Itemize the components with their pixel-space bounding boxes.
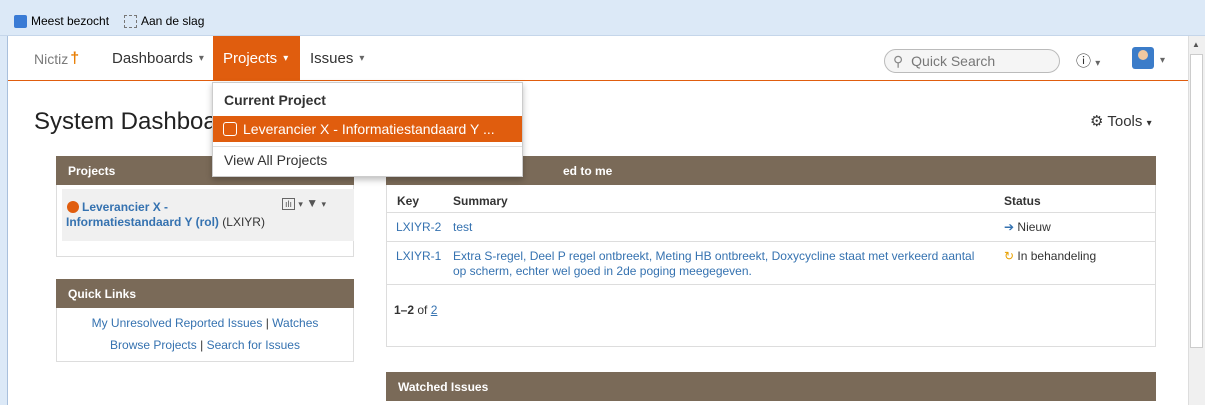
logo-text: Nictiz bbox=[34, 51, 69, 67]
pager-of: of bbox=[417, 303, 428, 317]
column-header-status[interactable]: Status bbox=[1004, 194, 1041, 208]
issue-key[interactable]: LXIYR-2 bbox=[396, 220, 441, 235]
pager-total-link[interactable]: 2 bbox=[431, 303, 438, 317]
dropdown-divider bbox=[213, 146, 522, 147]
user-avatar[interactable] bbox=[1132, 47, 1154, 69]
page-title: System Dashboard bbox=[34, 108, 239, 135]
issue-summary[interactable]: Extra S-regel, Deel P regel ontbreekt, M… bbox=[453, 249, 974, 264]
bookmark-getting-started[interactable]: Aan de slag bbox=[124, 12, 204, 30]
column-header-key[interactable]: Key bbox=[397, 194, 419, 208]
quick-links-row-1: My Unresolved Reported Issues | Watches bbox=[56, 316, 354, 330]
help-menu[interactable]: ⓘ ▾ bbox=[1076, 50, 1100, 71]
gear-icon: ⚙ bbox=[1090, 113, 1104, 130]
issue-summary[interactable]: op scherm, echter wel goed in 2de poging… bbox=[453, 264, 752, 279]
project-name: Leverancier X - Informatiestandaard Y (r… bbox=[66, 200, 219, 229]
status-label: In behandeling bbox=[1017, 249, 1097, 263]
search-placeholder: Quick Search bbox=[911, 53, 996, 69]
link-search-issues[interactable]: Search for Issues bbox=[207, 338, 300, 352]
tools-menu[interactable]: ⚙ Tools ▾ bbox=[1090, 112, 1152, 130]
bookmark-most-visited[interactable]: Meest bezocht bbox=[14, 12, 109, 30]
separator: | bbox=[200, 338, 204, 352]
chevron-down-icon: ▾ bbox=[359, 52, 365, 64]
chevron-down-icon: ▾ bbox=[1146, 118, 1152, 129]
nictiz-logo-icon: † bbox=[70, 50, 80, 67]
quick-links-header[interactable]: Quick Links bbox=[56, 279, 354, 308]
project-tools[interactable]: ılı ▾ ▼ ▾ bbox=[282, 196, 326, 210]
tools-label: Tools bbox=[1107, 113, 1143, 130]
chevron-down-icon[interactable]: ▾ bbox=[298, 199, 303, 209]
gadget-title: Projects bbox=[68, 163, 116, 178]
project-link[interactable]: Leverancier X - Informatiestandaard Y (r… bbox=[66, 200, 286, 230]
gadget-title: Watched Issues bbox=[398, 379, 489, 394]
blank-page-icon bbox=[124, 14, 137, 28]
chevron-down-icon: ▾ bbox=[283, 52, 289, 64]
divider bbox=[386, 212, 1156, 213]
chevron-down-icon: ▾ bbox=[198, 52, 204, 64]
status-badge: ➔ Nieuw bbox=[1004, 220, 1051, 235]
link-watches[interactable]: Watches bbox=[272, 316, 318, 330]
in-progress-icon: ↻ bbox=[1004, 249, 1015, 263]
divider bbox=[386, 241, 1156, 242]
dropdown-heading: Current Project bbox=[224, 92, 326, 108]
project-key: (LXIYR) bbox=[222, 215, 265, 229]
nav-issues-label: Issues bbox=[310, 49, 354, 67]
quick-links-row-2: Browse Projects | Search for Issues bbox=[56, 338, 354, 352]
bookmark-icon bbox=[14, 14, 27, 28]
nav-issues[interactable]: Issues ▾ bbox=[300, 36, 374, 80]
column-header-summary[interactable]: Summary bbox=[453, 194, 508, 208]
bookmarks-bar: Meest bezocht Aan de slag bbox=[0, 0, 1205, 36]
chevron-down-icon[interactable]: ▾ bbox=[1160, 55, 1165, 66]
search-icon: ⚲ bbox=[893, 53, 904, 69]
bookmark-label: Aan de slag bbox=[141, 14, 205, 28]
chevron-down-icon: ▾ bbox=[1095, 58, 1101, 69]
quick-search-input[interactable]: ⚲ Quick Search bbox=[884, 49, 1060, 73]
divider bbox=[386, 284, 1156, 285]
status-label: Nieuw bbox=[1017, 220, 1051, 234]
scrollbar-thumb[interactable] bbox=[1190, 54, 1203, 348]
nav-projects[interactable]: Projects ▾ bbox=[213, 36, 300, 80]
issue-summary[interactable]: test bbox=[453, 220, 472, 235]
dropdown-item-view-all-projects[interactable]: View All Projects bbox=[224, 152, 327, 168]
chart-icon[interactable]: ılı bbox=[282, 198, 296, 210]
nav-dashboards[interactable]: Dashboards ▾ bbox=[102, 36, 214, 80]
logo[interactable]: Nictiz † bbox=[34, 50, 79, 68]
status-badge: ↻ In behandeling bbox=[1004, 249, 1096, 264]
gadget-title: ed to me bbox=[563, 163, 613, 178]
link-unresolved-issues[interactable]: My Unresolved Reported Issues bbox=[92, 316, 263, 330]
gadget-title: Quick Links bbox=[68, 286, 137, 301]
link-browse-projects[interactable]: Browse Projects bbox=[110, 338, 197, 352]
nav-dashboards-label: Dashboards bbox=[112, 49, 193, 67]
dropdown-item-current-project[interactable]: Leverancier X - Informatiestandaard Y ..… bbox=[213, 116, 522, 142]
question-circle-icon: ⓘ bbox=[1076, 53, 1092, 70]
pager-range: 1–2 bbox=[394, 303, 415, 317]
issue-key[interactable]: LXIYR-1 bbox=[396, 249, 441, 264]
chevron-down-icon[interactable]: ▾ bbox=[321, 199, 326, 209]
window-edge-line bbox=[7, 36, 8, 405]
filter-icon[interactable]: ▼ bbox=[306, 196, 318, 210]
arrow-right-icon: ➔ bbox=[1004, 220, 1015, 234]
project-avatar-icon bbox=[223, 122, 237, 136]
bookmark-label: Meest bezocht bbox=[31, 14, 110, 28]
dropdown-item-label: Leverancier X - Informatiestandaard Y ..… bbox=[243, 121, 495, 137]
separator: | bbox=[265, 316, 269, 330]
pager: 1–2 of 2 bbox=[394, 303, 437, 318]
scroll-up-arrow-icon[interactable]: ▲ bbox=[1192, 40, 1200, 49]
nav-projects-label: Projects bbox=[223, 49, 278, 67]
watched-gadget-header[interactable]: Watched Issues bbox=[386, 372, 1156, 401]
